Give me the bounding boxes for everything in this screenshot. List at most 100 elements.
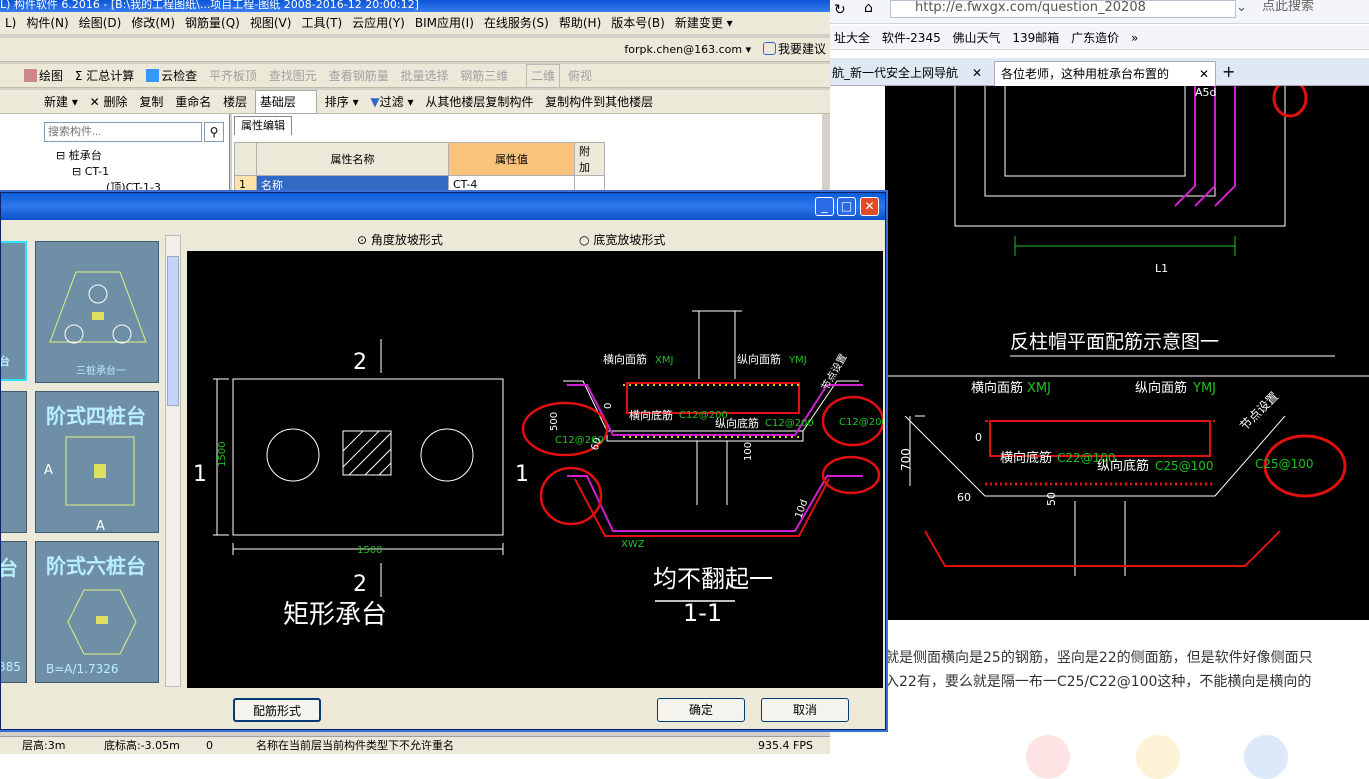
svg-text:XWZ: XWZ	[621, 539, 645, 550]
draw-button[interactable]: 绘图	[20, 65, 67, 87]
floor-select[interactable]: 基础层	[254, 90, 317, 114]
rename-button[interactable]: 重命名	[171, 91, 215, 113]
menu-item[interactable]: 钢筋量(Q)	[180, 16, 245, 30]
floor-label: 楼层	[223, 95, 248, 109]
refresh-icon[interactable]: ↻	[834, 2, 846, 18]
shape-thumbnail[interactable]: 阶式四桩台 AA	[35, 391, 159, 534]
svg-text:纵向面筋: 纵向面筋	[1135, 380, 1187, 396]
browser-tab[interactable]: 航_新一代安全上网导航 ✕	[830, 61, 990, 85]
web-answer-text: 就是侧面横向是25的钢筋，竖向是22的侧面筋，但是软件好像侧面只 入22有，要么…	[885, 646, 1369, 694]
close-button[interactable]: ✕	[860, 197, 879, 216]
shape-thumbnail[interactable]: 台	[1, 241, 27, 381]
app-title: L) 构件软件 6.2016 - [B:\我的工程图纸\...项目工程-图纸 2…	[0, 0, 419, 11]
rebar-3d-button[interactable]: 钢筋三维	[456, 65, 512, 87]
url-input[interactable]: http://e.fwxgx.com/question_20208	[890, 0, 1236, 18]
search-input[interactable]	[44, 122, 202, 142]
shape-thumbnail[interactable]: 阶式六桩台 B=A/1.7326	[35, 541, 159, 683]
menu-item[interactable]: 工具(T)	[296, 16, 347, 30]
dim-height: 1500	[217, 442, 228, 467]
radio-unchecked-icon: ○	[579, 233, 590, 247]
filter-button[interactable]: ▼过滤 ▾	[366, 91, 417, 113]
svg-text:横向面筋: 横向面筋	[603, 352, 647, 366]
scrollbar[interactable]	[165, 235, 181, 687]
bookmark-item[interactable]: 广东造价	[1067, 31, 1123, 45]
table-row[interactable]: 1 名称 CT-4	[234, 175, 605, 194]
drawing-canvas: 2 2 1 1 1500 1500 矩形承台 均不翻起一 1-1 横向面筋 XMJ…	[187, 251, 883, 688]
bookmark-item[interactable]: 佛山天气	[949, 31, 1005, 45]
tab-property-edit[interactable]: 属性编辑	[234, 116, 292, 135]
menu-bar: L) 构件(N) 绘图(D) 修改(M) 钢筋量(Q) 视图(V) 工具(T) 云应用(Y) B…	[0, 12, 830, 34]
col-header: 属性值	[448, 142, 575, 176]
maximize-button[interactable]: □	[837, 197, 856, 216]
copy-button[interactable]: 复制	[135, 91, 167, 113]
status-bottom-elevation: 底标高:-3.05m	[104, 739, 180, 752]
svg-text:XMJ: XMJ	[1027, 381, 1051, 396]
suggest-button[interactable]: 我要建议	[759, 38, 830, 60]
menu-item[interactable]: 修改(M)	[126, 16, 180, 30]
bookmark-more[interactable]: »	[1127, 31, 1142, 45]
menu-item[interactable]: 视图(V)	[245, 16, 297, 30]
plan-title: 矩形承台	[283, 600, 387, 630]
search-box[interactable]: 点此搜索	[1260, 0, 1369, 18]
view-rebar-button[interactable]: 查看钢筋量	[325, 65, 393, 87]
delete-button[interactable]: ✕ 删除	[86, 91, 132, 113]
close-icon: ✕	[1198, 67, 1209, 81]
copy-from-floor-button[interactable]: 从其他楼层复制构件	[421, 91, 537, 113]
home-icon[interactable]: ⌂	[864, 0, 873, 16]
svg-text:横向面筋: 横向面筋	[971, 380, 1023, 396]
section-mark-right: 1	[515, 462, 529, 487]
menu-item[interactable]: 云应用(Y)	[347, 16, 410, 30]
bookmark-item[interactable]: 139邮箱	[1008, 31, 1063, 45]
tree-node[interactable]: ⊟ 桩承台	[56, 148, 161, 164]
menu-item[interactable]: 绘图(D)	[74, 16, 127, 30]
radio-width-slope[interactable]: ○ 底宽放坡形式	[579, 231, 665, 248]
copy-to-floor-button[interactable]: 复制构件到其他楼层	[541, 91, 657, 113]
find-element-button[interactable]: 查找图元	[265, 65, 321, 87]
new-tab-button[interactable]: +	[1222, 62, 1235, 81]
calc-button[interactable]: Σ 汇总计算	[71, 65, 138, 87]
bookmark-item[interactable]: 址大全	[830, 31, 874, 45]
svg-text:横向底筋: 横向底筋	[1000, 450, 1052, 466]
svg-text:节点设置: 节点设置	[819, 352, 849, 393]
funnel-icon: ▼	[370, 95, 380, 109]
menu-item[interactable]: 版本号(B)	[606, 16, 670, 30]
account-bar: forpk.chen@163.com ▾ 我要建议	[0, 38, 830, 62]
shape-thumbnail[interactable]: 台 385	[1, 541, 27, 683]
menu-item[interactable]: L)	[0, 16, 21, 30]
svg-text:YMJ: YMJ	[788, 355, 807, 366]
bookmark-item[interactable]: 软件-2345	[878, 31, 945, 45]
new-button[interactable]: 新建 ▾	[40, 91, 82, 113]
section-mark-bottom: 2	[353, 572, 367, 597]
status-bar: 层高:3m 底标高:-3.05m 0 名称在当前层当前构件类型下不允许重名 93…	[0, 736, 830, 754]
radio-angle-slope[interactable]: ⊙ 角度放坡形式	[357, 231, 443, 248]
search-icon[interactable]: ⚲	[204, 122, 224, 142]
cancel-button[interactable]: 取消	[761, 698, 849, 722]
tree-node[interactable]: ⊟ CT-1	[56, 164, 161, 180]
menu-item[interactable]: 新建变更 ▾	[670, 16, 738, 30]
menu-item[interactable]: 构件(N)	[21, 16, 73, 30]
component-tree-panel: ⚲ ⊟ 桩承台 ⊟ CT-1 (顶)CT-1-3	[0, 114, 230, 194]
like-button[interactable]	[1026, 735, 1070, 779]
minimize-button[interactable]: _	[815, 197, 834, 216]
menu-item[interactable]: BIM应用(I)	[410, 16, 479, 30]
browser-tab-active[interactable]: 各位老师，这种用桩承台布置的 ✕	[994, 61, 1216, 86]
account-dropdown[interactable]: forpk.chen@163.com ▾	[620, 39, 755, 61]
svg-text:C12@200: C12@200	[765, 418, 814, 429]
star-button[interactable]	[1136, 735, 1180, 779]
web-l1: L1	[1155, 262, 1168, 275]
menu-item[interactable]: 在线服务(S)	[479, 16, 554, 30]
sort-button[interactable]: 排序 ▾	[321, 91, 363, 113]
cloud-check-button[interactable]: 云检查	[142, 65, 201, 87]
batch-select-button[interactable]: 批量选择	[396, 65, 452, 87]
dropdown-icon[interactable]: ⌄	[1236, 0, 1247, 15]
share-button[interactable]	[1244, 735, 1288, 779]
menu-item[interactable]: 帮助(H)	[554, 16, 606, 30]
shape-thumbnail[interactable]	[1, 391, 27, 533]
view-2d-dropdown[interactable]: 二维	[526, 64, 561, 88]
shape-thumbnail[interactable]: 三桩承台一	[35, 241, 159, 383]
top-view-dropdown[interactable]: 俯视	[564, 65, 596, 87]
rebar-form-button[interactable]: 配筋形式	[233, 698, 321, 722]
ok-button[interactable]: 确定	[657, 698, 745, 722]
svg-text:A: A	[96, 519, 105, 534]
flush-top-button[interactable]: 平齐板顶	[205, 65, 261, 87]
